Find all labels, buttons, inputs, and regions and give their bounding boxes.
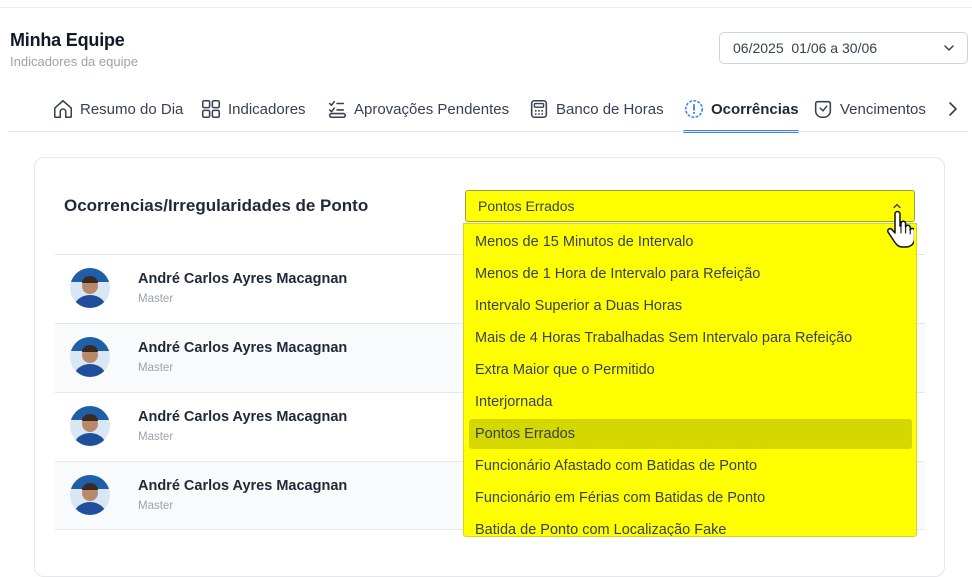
occurrence-type-select-value: Pontos Errados [478,198,575,214]
page-subtitle: Indicadores da equipe [10,54,138,69]
tab-label: Indicadores [228,100,306,118]
tab-bar: Resumo do Dia Indicadores Aprovações Pen… [0,86,972,133]
employee-name: André Carlos Ayres Macagnan [138,409,348,425]
tab-bar-divider [8,131,968,132]
employee-role: Master [138,431,174,443]
dropdown-option-selected[interactable]: Pontos Errados [469,419,912,449]
employee-role: Master [138,500,174,512]
avatar [70,475,110,515]
dropdown-option[interactable]: Menos de 1 Hora de Intervalo para Refeiç… [469,259,912,289]
employee-name: André Carlos Ayres Macagnan [138,271,348,287]
tab-aprovacoes-pendentes[interactable]: Aprovações Pendentes [326,86,509,132]
tab-indicadores[interactable]: Indicadores [200,86,306,132]
employee-role: Master [138,293,174,305]
period-select-value: 06/2025 01/06 a 30/06 [733,40,878,56]
period-select[interactable]: 06/2025 01/06 a 30/06 [719,32,968,64]
checklist-icon [328,100,347,119]
dropdown-option[interactable]: Intervalo Superior a Duas Horas [469,291,912,321]
tab-resumo-do-dia[interactable]: Resumo do Dia [52,86,183,132]
dropdown-option[interactable]: Interjornada [469,387,912,417]
dropdown-option[interactable]: Menos de 15 Minutos de Intervalo [469,227,912,257]
avatar [70,337,110,377]
dropdown-option[interactable]: Funcionário em Férias com Batidas de Pon… [469,483,912,513]
tab-ocorrencias[interactable]: Ocorrências [683,86,799,133]
chevron-right-icon[interactable] [944,100,962,118]
tab-banco-de-horas[interactable]: Banco de Horas [528,86,664,132]
calculator-icon [530,99,548,119]
employee-name: André Carlos Ayres Macagnan [138,340,348,356]
tab-label: Banco de Horas [556,100,664,118]
avatar [70,406,110,446]
occurrence-type-select[interactable]: Pontos Errados [465,190,915,222]
tab-label: Resumo do Dia [80,100,184,118]
employee-name: André Carlos Ayres Macagnan [138,478,348,494]
page-title: Minha Equipe [10,30,125,50]
avatar [70,268,110,308]
top-divider [0,7,972,8]
alert-circle-icon [684,99,704,119]
occurrence-type-options: Menos de 15 Minutos de Intervalo Menos d… [463,223,917,537]
card-title: Ocorrencias/Irregularidades de Ponto [64,196,369,215]
dropdown-option[interactable]: Mais de 4 Horas Trabalhadas Sem Interval… [469,323,912,353]
tab-label: Aprovações Pendentes [354,100,510,118]
clock-badge-icon [814,100,832,119]
tab-label: Vencimentos [840,100,926,118]
dropdown-option[interactable]: Funcionário Afastado com Batidas de Pont… [469,451,912,481]
hand-pointer-icon [887,210,914,248]
chevron-down-icon [944,45,954,51]
tab-vencimentos[interactable]: Vencimentos [812,86,926,132]
employee-role: Master [138,362,174,374]
tab-label: Ocorrências [711,100,799,118]
dropdown-option[interactable]: Extra Maior que o Permitido [469,355,912,385]
home-icon [53,99,73,119]
dropdown-option[interactable]: Batida de Ponto com Localização Fake [469,515,912,536]
grid-icon [201,99,221,119]
page-header: Minha Equipe Indicadores da equipe [10,30,138,69]
